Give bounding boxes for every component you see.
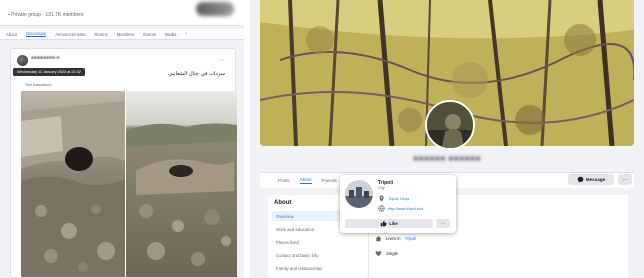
group-post: ●●●●●●●● ● ··· Wednesday 11 January 2023… xyxy=(10,48,237,278)
cave-photo-image xyxy=(21,91,125,277)
message-button-label: Message xyxy=(585,177,606,182)
profile-name: ●●●●●● ●●●●●● xyxy=(413,153,481,163)
detail-lives-in: Lives in Tripoli xyxy=(375,235,416,242)
tab-events[interactable]: Events xyxy=(143,32,156,37)
messenger-icon xyxy=(577,176,584,183)
timestamp-tooltip: Wednesday 11 January 2023 at 21:32 xyxy=(13,68,85,76)
hillside-photo-image xyxy=(126,91,237,277)
group-header: ▪ Private group · 131.7K members xyxy=(0,0,244,26)
profile-panel: ●●●●●● ●●●●●● Posts About Friends Messag… xyxy=(250,0,644,278)
post-menu-icon[interactable]: ··· xyxy=(218,57,225,64)
about-title: About xyxy=(274,200,292,206)
post-photo-hillside[interactable] xyxy=(126,91,237,277)
post-photo-cave[interactable] xyxy=(21,91,125,277)
home-icon xyxy=(375,236,382,242)
hovercard-more-button[interactable]: ··· xyxy=(436,219,450,228)
location-pin-icon xyxy=(379,195,384,202)
group-tabs: About Discussion Announcements Rooms Mem… xyxy=(0,29,244,40)
like-button[interactable]: Like xyxy=(345,219,433,228)
tab-announcements[interactable]: Announcements xyxy=(55,32,85,37)
tab-about[interactable]: About xyxy=(6,32,17,37)
hovercard-website-row: http://www.tripoli.info xyxy=(378,205,423,212)
group-post-panel: ▪ Private group · 131.7K members About D… xyxy=(0,0,244,278)
tab-discussion[interactable]: Discussion xyxy=(25,31,47,37)
profile-more-button[interactable]: ··· xyxy=(618,174,632,185)
about-item-places-lived[interactable]: Places lived xyxy=(272,237,358,247)
message-button[interactable]: Message xyxy=(568,174,614,185)
hovercard-website[interactable]: http://www.tripoli.info xyxy=(388,207,423,211)
tab-rooms[interactable]: Rooms xyxy=(94,32,107,37)
hovercard-subtitle: City xyxy=(378,186,385,190)
detail-lives-in-link[interactable]: Tripoli xyxy=(405,236,417,241)
thumbs-up-icon xyxy=(380,220,387,227)
about-item-contact-info[interactable]: Contact and basic info xyxy=(272,250,358,260)
tab-friends[interactable]: Friends xyxy=(322,178,337,183)
detail-relationship: Single xyxy=(375,250,398,257)
city-photo-image xyxy=(345,180,373,208)
hovercard-image[interactable] xyxy=(345,180,373,208)
like-button-label: Like xyxy=(389,221,398,226)
tab-about[interactable]: About xyxy=(299,177,312,184)
hovercard-location[interactable]: Tripoli, Libya xyxy=(388,197,409,201)
post-author[interactable]: ●●●●●●●● ● xyxy=(31,55,60,61)
tab-media[interactable]: Media xyxy=(165,32,176,37)
tab-members[interactable]: Members xyxy=(117,32,134,37)
heart-icon xyxy=(375,251,382,257)
post-text: سرداب في جبال الشعانبي xyxy=(168,71,225,77)
globe-icon xyxy=(378,205,385,212)
group-meta: ▪ Private group · 131.7K members xyxy=(8,12,84,18)
place-hovercard: Tripoli City Tripoli, Libya http://www.t… xyxy=(340,175,456,233)
about-item-family-relationships[interactable]: Family and relationships xyxy=(272,263,358,273)
avatar[interactable] xyxy=(17,55,28,66)
profile-picture[interactable] xyxy=(425,100,475,150)
detail-relationship-status: Single xyxy=(386,251,398,256)
see-translation-link[interactable]: See translation xyxy=(25,82,52,87)
tab-posts[interactable]: Posts xyxy=(278,178,290,183)
blurred-group-action[interactable] xyxy=(196,2,234,16)
detail-lives-in-prefix: Lives in xyxy=(386,236,401,241)
hovercard-location-row: Tripoli, Libya xyxy=(378,195,409,202)
tabs-more-chevron-icon[interactable]: › xyxy=(185,31,187,37)
